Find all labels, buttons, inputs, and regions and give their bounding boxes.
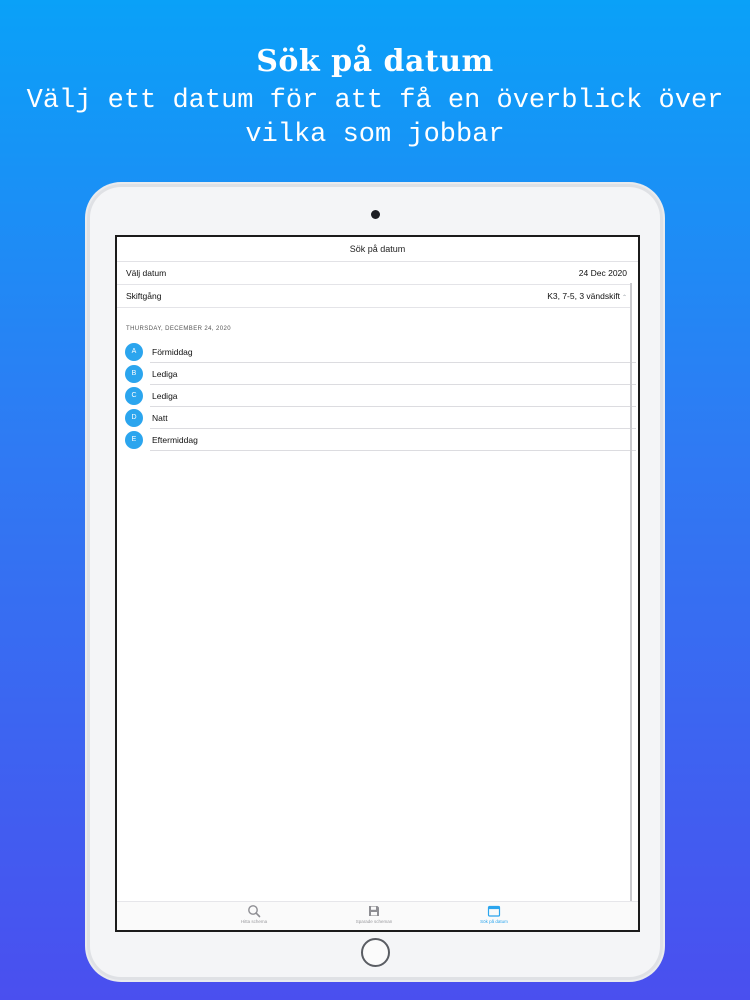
app-screen: Sök på datum Välj datum 24 Dec 2020 Skif…: [115, 235, 640, 932]
team-shift: Lediga: [152, 369, 178, 379]
nav-title: Sök på datum: [349, 244, 406, 254]
promo-subtitle: Välj ett datum för att få en överblick ö…: [26, 86, 724, 150]
home-button: [361, 938, 390, 967]
tab-find-schedule[interactable]: Hitta schema: [194, 904, 314, 924]
team-shift: Lediga: [152, 391, 178, 401]
tab-search-by-date[interactable]: Sök på datum: [434, 904, 554, 924]
shift-row-value-wrapper[interactable]: K3, 7-5, 3 vändskift ⌃: [547, 285, 627, 309]
tab-label: Sparade scheman: [355, 919, 393, 924]
navigation-bar: Sök på datum: [117, 237, 638, 262]
front-camera: [371, 210, 380, 219]
team-badge: B: [125, 365, 143, 383]
date-picker-row[interactable]: Välj datum 24 Dec 2020: [117, 262, 631, 285]
save-icon: [314, 904, 434, 918]
date-row-value[interactable]: 24 Dec 2020: [579, 262, 627, 284]
team-badge: D: [125, 409, 143, 427]
team-badge: E: [125, 431, 143, 449]
calendar-icon: [434, 904, 554, 918]
tab-saved-schedules[interactable]: Sparade scheman: [314, 904, 434, 924]
chevron-updown-icon: ⌃: [621, 295, 627, 301]
list-item[interactable]: A Förmiddag: [117, 341, 638, 363]
scroll-indicator[interactable]: [630, 283, 632, 901]
promo-title: Sök på datum: [256, 44, 494, 79]
list-item[interactable]: B Lediga: [117, 363, 638, 385]
team-shift: Eftermiddag: [152, 435, 198, 445]
team-badge: C: [125, 387, 143, 405]
list-item[interactable]: E Eftermiddag: [117, 429, 638, 451]
tab-label: Hitta schema: [240, 919, 268, 924]
row-divider: [150, 450, 636, 451]
team-badge: A: [125, 343, 143, 361]
team-shift: Förmiddag: [152, 347, 193, 357]
tab-bar: Hitta schema Sparade scheman Sök på datu…: [117, 901, 638, 930]
search-icon: [194, 904, 314, 918]
shift-row-value: K3, 7-5, 3 vändskift: [547, 291, 620, 301]
shift-picker-row[interactable]: Skiftgång K3, 7-5, 3 vändskift ⌃: [117, 285, 631, 308]
tab-label: Sök på datum: [480, 919, 508, 924]
shift-row-label: Skiftgång: [126, 291, 162, 301]
team-shift: Natt: [152, 413, 168, 423]
list-item[interactable]: C Lediga: [117, 385, 638, 407]
list-item[interactable]: D Natt: [117, 407, 638, 429]
section-header: THURSDAY, DECEMBER 24, 2020: [126, 326, 231, 332]
ipad-frame: Sök på datum Välj datum 24 Dec 2020 Skif…: [87, 184, 663, 980]
date-row-label: Välj datum: [126, 268, 167, 278]
